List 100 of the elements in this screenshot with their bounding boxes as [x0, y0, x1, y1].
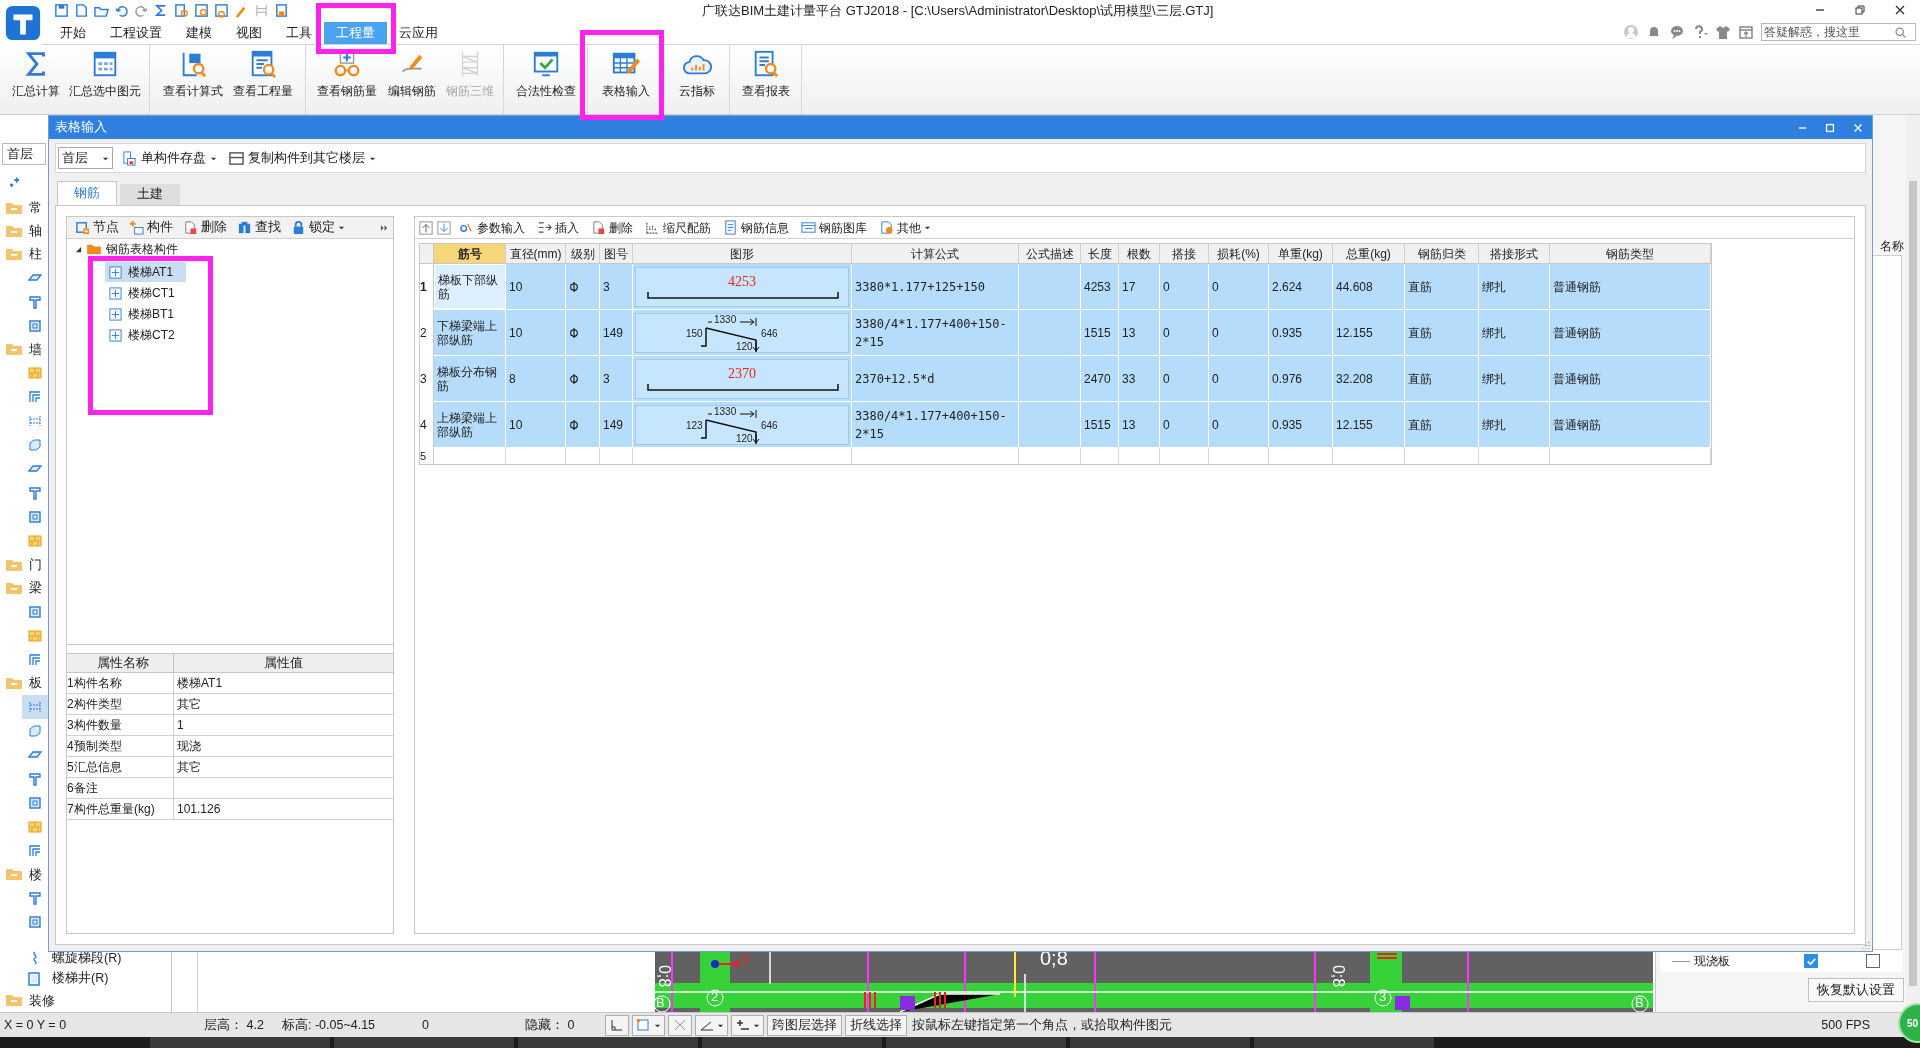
- document-search-icon[interactable]: [194, 2, 209, 18]
- toolbar-button[interactable]: 插入: [533, 217, 583, 238]
- folder-icon: [5, 993, 23, 1008]
- square-icon: [27, 317, 43, 334]
- dimension-label: 120: [736, 341, 753, 352]
- tree-item[interactable]: 楼梯BT1: [105, 304, 186, 324]
- ribbon-button[interactable]: 查看钢筋量: [314, 45, 380, 114]
- component-icon: [109, 265, 122, 279]
- panel-tab[interactable]: 钢筋: [57, 181, 117, 205]
- folder-icon: [5, 247, 23, 262]
- square-icon: [27, 603, 43, 620]
- step-lines-icon: [27, 651, 43, 668]
- folder-icon: [5, 867, 23, 882]
- toolbar-button[interactable]: 查找: [233, 217, 285, 238]
- floor-field[interactable]: 首层: [2, 143, 46, 165]
- window-icon[interactable]: [1738, 24, 1754, 40]
- status-button[interactable]: 跨图层选择: [767, 1014, 842, 1036]
- table-cell: 0: [1209, 264, 1269, 309]
- brick-icon: [27, 818, 43, 835]
- user-avatar-icon[interactable]: [1623, 24, 1639, 40]
- help-icon[interactable]: [1692, 24, 1708, 40]
- ribbon-button[interactable]: 云指标: [672, 45, 722, 114]
- save-icon[interactable]: [54, 2, 69, 18]
- table-cell-text: 其它: [176, 696, 201, 713]
- tool-button[interactable]: [605, 1014, 629, 1036]
- search-field[interactable]: 答疑解惑，搜这里: [1761, 23, 1916, 41]
- ribbon-button[interactable]: 编辑钢筋: [380, 45, 444, 114]
- document-icon[interactable]: [274, 2, 289, 18]
- menu-tab[interactable]: 工程设置: [98, 22, 174, 44]
- toolbar-button[interactable]: 缩尺配筋: [641, 217, 715, 238]
- toolbar-button[interactable]: 复制构件到其它楼层: [226, 146, 379, 170]
- sidebar-item[interactable]: 楼梯井(R): [52, 969, 109, 988]
- menu-tab[interactable]: 工具: [274, 22, 324, 44]
- resize-grip-icon[interactable]: [1860, 939, 1870, 949]
- menu-tab[interactable]: 开始: [48, 22, 98, 44]
- document-icon: [723, 220, 738, 235]
- tree-item[interactable]: 楼梯CT2: [105, 325, 186, 345]
- tool-button[interactable]: [731, 1014, 764, 1036]
- floor-select[interactable]: 首层: [58, 147, 113, 169]
- panel-tab[interactable]: 土建: [120, 184, 180, 205]
- toolbar-button[interactable]: 构件: [125, 217, 177, 238]
- reset-defaults-button[interactable]: 恢复默认设置: [1808, 978, 1904, 1002]
- tree-item[interactable]: 钢筋表格构件: [106, 240, 178, 258]
- drawing-label: 3: [1379, 990, 1387, 1003]
- toolbar-button[interactable]: 锁定: [287, 217, 349, 238]
- table-cell: 直筋: [1405, 402, 1479, 447]
- logo-icon[interactable]: [4, 4, 42, 42]
- shirt-icon[interactable]: [1715, 24, 1731, 40]
- folder-icon: [5, 676, 23, 691]
- checkbox[interactable]: [1866, 954, 1880, 968]
- ribbon-button[interactable]: 查看计算式: [158, 45, 228, 114]
- ribbon-button[interactable]: 合法性检查: [512, 45, 580, 114]
- table-cell: 3380/4*1.177+400+150-2*15: [852, 402, 1019, 447]
- chat-icon[interactable]: [1669, 24, 1685, 40]
- scrollbar-thumb[interactable]: [1909, 181, 1917, 986]
- toolbar-button[interactable]: 节点: [71, 217, 123, 238]
- spiral-icon: [30, 951, 38, 966]
- ribbon-button[interactable]: 汇总计算: [4, 45, 68, 114]
- ribbon-button[interactable]: 汇总选中图元: [68, 45, 142, 114]
- toolbar-button[interactable]: 单构件存盘: [119, 146, 220, 170]
- column-header: 直径(mm): [506, 244, 566, 263]
- toolbar-button[interactable]: 其他: [875, 217, 935, 238]
- column-icon: [27, 485, 43, 502]
- menu-tab[interactable]: 云应用: [387, 22, 450, 44]
- toolbar-button[interactable]: [419, 220, 433, 235]
- toolbar-button[interactable]: 钢筋信息: [719, 217, 793, 238]
- table-cell: 0: [1160, 402, 1209, 447]
- table-cell: 3380*1.177+125+150: [852, 264, 1019, 309]
- toolbar-button[interactable]: 删除: [587, 217, 637, 238]
- column-header: 级别: [566, 244, 600, 263]
- tool-button[interactable]: [668, 1014, 692, 1036]
- sidebar-item[interactable]: [22, 694, 48, 719]
- toolbar-button[interactable]: 删除: [179, 217, 231, 238]
- menu-tab[interactable]: 视图: [224, 22, 274, 44]
- more-icon[interactable]: [380, 223, 389, 232]
- tool-button[interactable]: [695, 1014, 728, 1036]
- tool-button[interactable]: [632, 1014, 665, 1036]
- column-header: 根数: [1119, 244, 1160, 263]
- toolbar-button[interactable]: 参数输入: [455, 217, 529, 238]
- document-search-icon[interactable]: [174, 2, 189, 18]
- toolbar-button[interactable]: [437, 220, 451, 235]
- toolbar-button[interactable]: 钢筋图库: [797, 217, 871, 238]
- checkbox[interactable]: [1804, 954, 1818, 968]
- menu-tab[interactable]: 建模: [174, 22, 224, 44]
- ribbon-button[interactable]: 表格输入: [596, 45, 656, 114]
- status-button[interactable]: 折线选择: [845, 1014, 907, 1036]
- new-file-icon[interactable]: [74, 2, 89, 18]
- tree-item[interactable]: 楼梯CT1: [105, 283, 186, 303]
- lattice-icon[interactable]: [254, 2, 269, 18]
- tree-item[interactable]: 楼梯AT1: [105, 262, 186, 282]
- column-header: 搭接形式: [1479, 244, 1550, 263]
- column-header: 损耗(%): [1209, 244, 1269, 263]
- collapse-icon[interactable]: [75, 245, 82, 253]
- square-icon: [27, 509, 43, 526]
- ribbon-button[interactable]: 查看工程量: [228, 45, 298, 114]
- column-header: 总重(kg): [1333, 244, 1405, 263]
- document-search-icon[interactable]: [214, 2, 229, 18]
- ribbon-button[interactable]: 查看报表: [738, 45, 794, 114]
- sidebar-item[interactable]: 螺旋梯段(R): [52, 948, 122, 968]
- status-text: X = 0 Y = 0: [4, 1016, 68, 1034]
